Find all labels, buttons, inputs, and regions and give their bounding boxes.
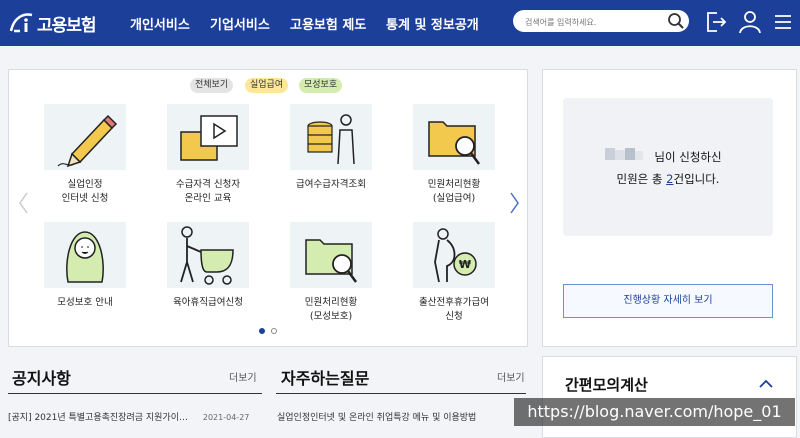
carousel-pagination [259, 328, 277, 334]
service-eligibility-check[interactable]: 급여수급자격조회 [276, 104, 386, 192]
service-label: 급여수급자격조회 [296, 179, 366, 190]
baby-icon [44, 222, 126, 288]
service-label: 민원처리현황 (실업급여) [427, 179, 481, 204]
service-label: 실업인정 인터넷 신청 [61, 179, 109, 204]
chevron-up-icon[interactable] [758, 375, 774, 388]
service-parental-leave[interactable]: 육아휴직급여신청 [153, 222, 263, 310]
status-text: 민원은 총 [616, 172, 667, 186]
user-icon[interactable] [737, 9, 763, 35]
carousel-prev-icon[interactable] [17, 191, 29, 215]
faq-item[interactable]: 실업인정인터넷 및 온라인 취업특강 메뉴 및 이용방법 [277, 410, 476, 423]
notice-item-title[interactable]: [공지] 2021년 특별고용촉진장려금 지원가이… [8, 413, 188, 423]
service-status-maternity[interactable]: 민원처리현황 (모성보호) [276, 222, 386, 324]
logout-icon[interactable] [703, 9, 729, 35]
filter-unemployment[interactable]: 실업급여 [245, 78, 289, 93]
notice-item[interactable]: [공지] 2021년 특별고용촉진장려금 지원가이… 2021-04-27 [8, 410, 249, 423]
progress-detail-button[interactable]: 진행상황 자세히 보기 [563, 284, 773, 318]
nav-insurance-system[interactable]: 고용보험 제도 [290, 0, 366, 46]
pregnant-coin-icon: ₩ [413, 222, 495, 288]
service-label: 수급자격 신청자 온라인 교육 [175, 179, 241, 204]
folder-search-icon [290, 222, 372, 288]
notice-item-date: 2021-04-27 [202, 413, 250, 422]
menu-icon[interactable] [770, 9, 796, 35]
notice-title: 공지사항 [12, 369, 71, 388]
pagination-dot[interactable] [271, 328, 277, 334]
filter-maternity[interactable]: 모성보호 [299, 78, 343, 93]
logo-text: 고용보험 [37, 15, 97, 36]
status-line-2: 민원은 총 2건입니다. [563, 171, 773, 187]
logo[interactable]: 고용보험 [8, 9, 97, 37]
status-text: 건입니다. [673, 172, 720, 186]
top-header: 고용보험 개인서비스 기업서비스 고용보험 제도 통계 및 정보공개 [0, 0, 800, 46]
application-status-panel: 님이 신청하신 민원은 총 2건입니다. 진행상황 자세히 보기 [542, 69, 797, 347]
status-line-1: 님이 신청하신 [654, 150, 722, 164]
service-label: 민원처리현황 (모성보호) [304, 297, 358, 322]
service-status-unemployment[interactable]: 민원처리현황 (실업급여) [399, 104, 509, 206]
filter-all[interactable]: 전체보기 [190, 78, 234, 93]
service-label: 모성보호 안내 [57, 297, 113, 308]
notice-more-link[interactable]: 더보기 [229, 369, 257, 384]
service-maternity-guide[interactable]: 모성보호 안내 [30, 222, 140, 310]
calculator-title: 간편모의계산 [565, 376, 648, 394]
service-online-education[interactable]: 수급자격 신청자 온라인 교육 [153, 104, 263, 206]
search-box [513, 10, 689, 32]
video-folder-icon [167, 104, 249, 170]
search-icon[interactable] [667, 12, 685, 30]
nav-corporate[interactable]: 기업서비스 [210, 0, 270, 46]
service-label: 출산전후휴가급여 신청 [419, 297, 489, 322]
service-label: 육아휴직급여신청 [173, 297, 243, 308]
carousel-next-icon[interactable] [509, 191, 521, 215]
svg-text:₩: ₩ [459, 258, 471, 271]
faq-title: 자주하는질문 [281, 369, 370, 388]
logo-mark-icon [8, 11, 34, 35]
pagination-dot-active[interactable] [259, 328, 265, 334]
status-box: 님이 신청하신 민원은 총 2건입니다. [563, 98, 773, 236]
nav-personal[interactable]: 개인서비스 [130, 0, 190, 46]
service-maternity-leave[interactable]: ₩ 출산전후휴가급여 신청 [399, 222, 509, 324]
pencil-icon [44, 104, 126, 170]
faq-divider [276, 393, 526, 394]
stroller-icon [167, 222, 249, 288]
watermark-url: https://blog.naver.com/hope_01 [514, 398, 795, 426]
coins-person-icon [290, 104, 372, 170]
nav-statistics[interactable]: 통계 및 정보공개 [386, 0, 479, 46]
folder-search-icon [413, 104, 495, 170]
notice-divider [8, 393, 262, 394]
service-panel: 전체보기 실업급여 모성보호 실업인정 인터넷 신청 수급자격 신청자 온라인 [8, 69, 528, 347]
search-input[interactable] [523, 13, 667, 31]
service-unemployment-online[interactable]: 실업인정 인터넷 신청 [30, 104, 140, 206]
faq-more-link[interactable]: 더보기 [497, 369, 525, 384]
